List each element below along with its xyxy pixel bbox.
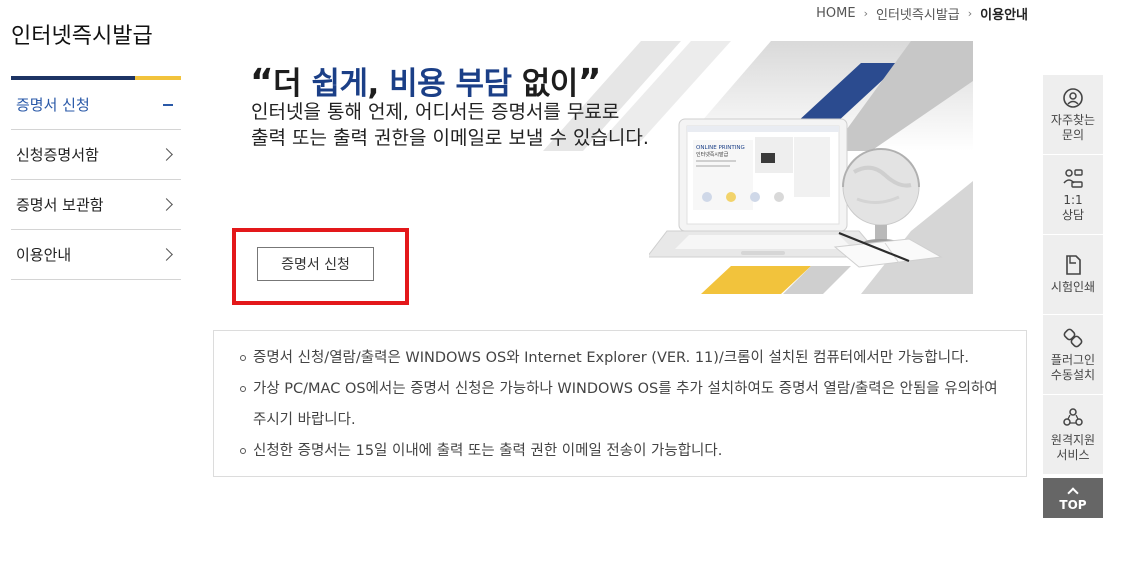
screen-subtitle-text: 인터넷즉시발급 bbox=[696, 151, 729, 158]
plugin-icon bbox=[1063, 328, 1083, 347]
chevron-right-icon bbox=[160, 248, 175, 262]
headline-part: 없이 bbox=[511, 66, 579, 102]
sidebar-item-apply[interactable]: 증명서 신청 bbox=[11, 80, 181, 130]
laptop-illustration: ONLINE PRINTING 인터넷즉시발급 bbox=[649, 118, 943, 268]
sidebar-item-usage-guide[interactable]: 이용안내 bbox=[11, 230, 181, 280]
sidebar-item-label: 증명서 보관함 bbox=[16, 196, 104, 214]
quick-menu-label: 자주찾는 문의 bbox=[1050, 112, 1096, 142]
faq-icon bbox=[1063, 87, 1083, 108]
subtext-line: 출력 또는 출력 권한을 이메일로 보낼 수 있습니다. bbox=[251, 127, 649, 149]
sidebar-item-label: 이용안내 bbox=[16, 246, 72, 264]
sidebar-divider bbox=[11, 76, 181, 80]
chevron-right-icon bbox=[160, 148, 175, 162]
breadcrumb-home[interactable]: HOME bbox=[816, 6, 855, 21]
minus-icon bbox=[161, 98, 175, 112]
headline-part: , bbox=[367, 66, 390, 102]
sidebar: 인터넷즉시발급 증명서 신청 신청증명서함 증명서 보관함 이용안내 bbox=[11, 18, 181, 280]
breadcrumb-separator: › bbox=[863, 7, 869, 20]
remote-support-icon bbox=[1063, 407, 1083, 426]
headline-accent: 비용 부담 bbox=[389, 66, 512, 102]
quick-menu-plugin[interactable]: 플러그인 수동설치 bbox=[1043, 315, 1103, 395]
sidebar-item-applied-certs[interactable]: 신청증명서함 bbox=[11, 130, 181, 180]
banner-subtext: 인터넷을 통해 언제, 어디서든 증명서를 무료로 출력 또는 출력 권한을 이… bbox=[251, 99, 649, 151]
top-button-label: TOP bbox=[1059, 497, 1087, 512]
screen-title-text: ONLINE PRINTING bbox=[696, 145, 745, 151]
highlight-box bbox=[232, 228, 409, 305]
consult-icon bbox=[1063, 168, 1083, 188]
notice-box: 증명서 신청/열람/출력은 WINDOWS OS와 Internet Explo… bbox=[213, 330, 1027, 477]
quick-menu-faq[interactable]: 자주찾는 문의 bbox=[1043, 75, 1103, 155]
banner-headline: “더 쉽게, 비용 부담 없이” bbox=[250, 58, 602, 103]
quick-menu: 자주찾는 문의 1:1 상담 시험인쇄 플러그인 수동설치 원격지원 서비스 T… bbox=[1043, 75, 1103, 518]
quick-menu-label: 1:1 상담 bbox=[1061, 192, 1085, 222]
quote-close: ” bbox=[577, 62, 602, 103]
headline-part: 더 bbox=[273, 66, 312, 102]
breadcrumb-separator: › bbox=[967, 7, 973, 20]
breadcrumb-level1[interactable]: 인터넷즉시발급 bbox=[876, 4, 960, 23]
sidebar-item-label: 증명서 신청 bbox=[16, 96, 90, 114]
quick-menu-print-test[interactable]: 시험인쇄 bbox=[1043, 235, 1103, 315]
quick-menu-consult[interactable]: 1:1 상담 bbox=[1043, 155, 1103, 235]
quote-open: “ bbox=[250, 62, 274, 103]
notice-item: 증명서 신청/열람/출력은 WINDOWS OS와 Internet Explo… bbox=[239, 343, 1001, 374]
quick-menu-label: 시험인쇄 bbox=[1050, 280, 1096, 294]
quick-menu-label: 원격지원 서비스 bbox=[1050, 432, 1096, 462]
sidebar-title: 인터넷즉시발급 bbox=[11, 24, 153, 49]
top-button[interactable]: TOP bbox=[1043, 478, 1103, 518]
quick-menu-remote-support[interactable]: 원격지원 서비스 bbox=[1043, 395, 1103, 475]
headline-accent: 쉽게 bbox=[311, 66, 368, 102]
sidebar-item-cert-storage[interactable]: 증명서 보관함 bbox=[11, 180, 181, 230]
breadcrumb-current: 이용안내 bbox=[980, 8, 1028, 23]
notice-item: 신청한 증명서는 15일 이내에 출력 또는 출력 권한 이메일 전송이 가능합… bbox=[239, 436, 1001, 467]
quick-menu-label: 플러그인 수동설치 bbox=[1050, 352, 1096, 382]
notice-item: 가상 PC/MAC OS에서는 증명서 신청은 가능하나 WINDOWS OS를… bbox=[239, 374, 1001, 436]
sidebar-item-label: 신청증명서함 bbox=[16, 146, 99, 164]
print-test-icon bbox=[1066, 255, 1081, 275]
chevron-right-icon bbox=[160, 198, 175, 212]
subtext-line: 인터넷을 통해 언제, 어디서든 증명서를 무료로 bbox=[251, 101, 620, 123]
chevron-up-icon bbox=[1067, 486, 1079, 499]
breadcrumb: HOME › 인터넷즉시발급 › 이용안내 bbox=[816, 4, 1028, 23]
